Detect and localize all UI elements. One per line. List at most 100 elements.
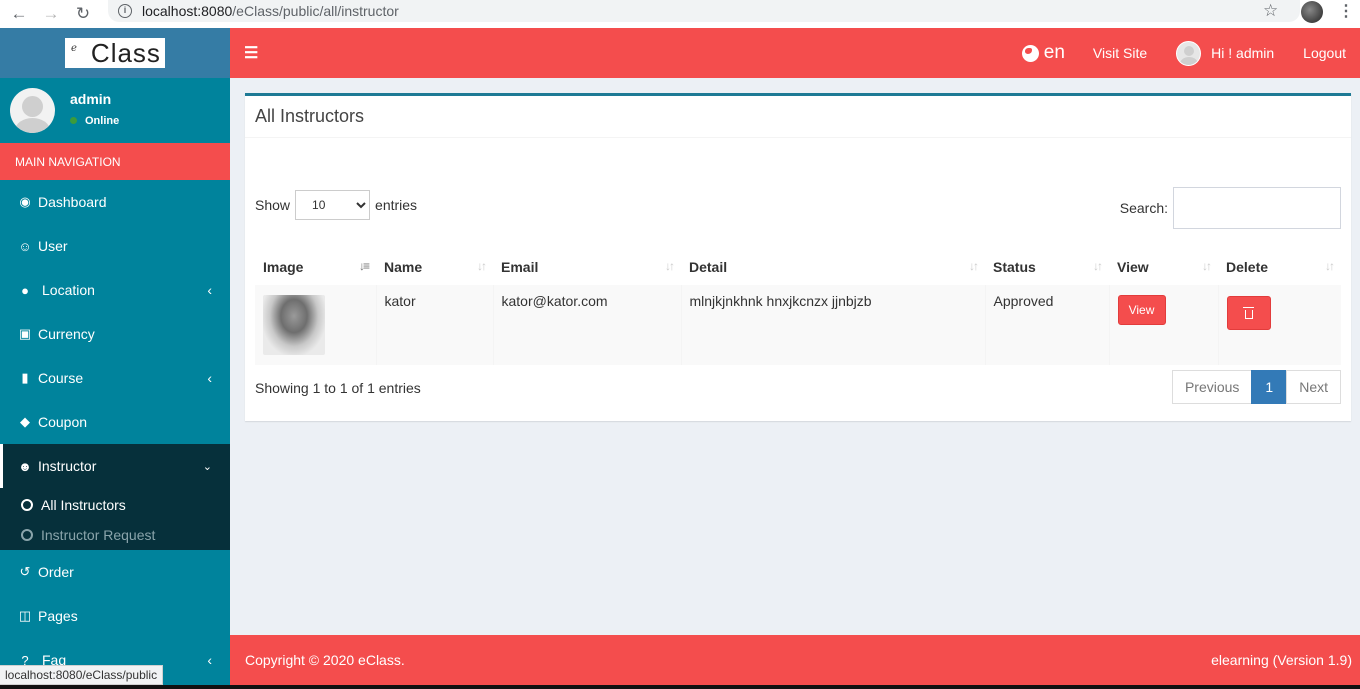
- avatar: [10, 88, 55, 133]
- sort-asc-icon: ↓≡: [358, 259, 370, 273]
- sort-icon: ↓↑: [1325, 259, 1335, 273]
- column-label: Name: [384, 259, 423, 275]
- logo-text: Class: [90, 37, 161, 68]
- main-navigation-header: MAIN NAVIGATION: [0, 143, 230, 180]
- sidebar-item-coupon[interactable]: ◆ Coupon: [0, 400, 230, 444]
- visit-site-link[interactable]: Visit Site: [1079, 45, 1161, 61]
- sidebar-item-course[interactable]: ▮ Course ‹: [0, 356, 230, 400]
- sidebar-item-label: User: [38, 238, 68, 254]
- sidebar-item-order[interactable]: ↺ Order: [0, 550, 230, 594]
- logo-area[interactable]: e Class: [0, 28, 230, 78]
- online-dot-icon: [70, 117, 77, 124]
- column-header-email[interactable]: Email ↓↑: [493, 249, 681, 285]
- circle-icon: [21, 529, 33, 541]
- submenu-item-all-instructors[interactable]: All Instructors: [0, 490, 230, 520]
- sidebar-item-label: Pages: [38, 608, 78, 624]
- chevron-down-icon: ⌄: [202, 460, 212, 473]
- footer-copyright: Copyright © 2020 eClass.: [245, 652, 405, 668]
- table-info: Showing 1 to 1 of 1 entries: [255, 380, 421, 396]
- globe-icon: [1021, 44, 1039, 62]
- book-icon: ▮: [21, 370, 29, 385]
- column-label: View: [1117, 259, 1149, 275]
- circle-icon: [21, 499, 33, 511]
- column-header-image[interactable]: Image ↓≡: [255, 249, 376, 285]
- sidebar-toggle-icon[interactable]: ☰: [244, 43, 258, 63]
- os-taskbar: [0, 685, 1360, 689]
- table-header-row: Image ↓≡ Name ↓↑ Email ↓↑ Detail ↓↑ Status ↓↑…: [255, 249, 1341, 285]
- bookmark-star-icon[interactable]: ☆: [1263, 1, 1278, 21]
- language-code: en: [1043, 42, 1065, 63]
- column-label: Status: [993, 259, 1036, 275]
- instructors-box: All Instructors Show 10 entries Search: …: [245, 93, 1351, 421]
- logout-link[interactable]: Logout: [1289, 45, 1360, 61]
- globe-icon: ●: [21, 282, 29, 298]
- chevron-left-icon: ‹: [207, 282, 212, 298]
- sidebar-item-currency[interactable]: ▣ Currency: [0, 312, 230, 356]
- top-navbar: ☰ en Visit Site Hi ! admin Logout: [230, 28, 1360, 78]
- logo[interactable]: e Class: [65, 38, 165, 68]
- column-header-status[interactable]: Status ↓↑: [985, 249, 1109, 285]
- view-button[interactable]: View: [1117, 295, 1166, 325]
- sidebar-item-location[interactable]: ● Location ‹: [0, 268, 230, 312]
- column-header-delete[interactable]: Delete ↓↑: [1218, 249, 1341, 285]
- search-filter: Search:: [1120, 187, 1341, 229]
- sidebar-item-instructor[interactable]: ☻ Instructor ⌄: [0, 444, 230, 488]
- sidebar-item-label: Course: [38, 370, 84, 386]
- instructor-photo: [263, 295, 325, 355]
- browser-toolbar: ← → ↻ i localhost:8080/eClass/public/all…: [0, 0, 1360, 28]
- column-label: Image: [263, 259, 304, 275]
- instructors-table: Image ↓≡ Name ↓↑ Email ↓↑ Detail ↓↑ Status ↓↑…: [255, 249, 1341, 365]
- sidebar-item-label: Order: [38, 564, 74, 580]
- reload-icon[interactable]: ↻: [70, 4, 96, 24]
- sidebar: admin Online MAIN NAVIGATION ◉ Dashboard…: [0, 78, 230, 689]
- online-status: Online: [70, 115, 119, 127]
- pagination-previous[interactable]: Previous: [1171, 370, 1253, 404]
- sidebar-item-label: Coupon: [38, 414, 88, 430]
- sidebar-item-pages[interactable]: ◫ Pages: [0, 594, 230, 638]
- sort-icon: ↓↑: [665, 259, 675, 273]
- delete-button[interactable]: [1226, 296, 1271, 330]
- footer-version: elearning (Version 1.9): [1211, 652, 1352, 668]
- browser-profile-avatar[interactable]: [1301, 1, 1323, 23]
- info-icon[interactable]: i: [118, 4, 132, 18]
- entries-select[interactable]: 10: [295, 190, 371, 220]
- logo-small-e: e: [71, 42, 77, 54]
- sidebar-item-label: Location: [42, 282, 95, 298]
- submenu-item-label: All Instructors: [41, 497, 126, 513]
- cell-view: View: [1109, 285, 1219, 365]
- back-icon[interactable]: ←: [6, 4, 32, 24]
- column-header-detail[interactable]: Detail ↓↑: [681, 249, 985, 285]
- history-icon: ↺: [19, 564, 31, 579]
- column-header-view[interactable]: View ↓↑: [1109, 249, 1218, 285]
- pagination-page[interactable]: 1: [1251, 370, 1288, 404]
- column-label: Delete: [1226, 259, 1269, 275]
- sort-icon: ↓↑: [969, 259, 979, 273]
- submenu-item-instructor-request[interactable]: Instructor Request: [0, 520, 230, 550]
- pagination-next[interactable]: Next: [1286, 370, 1341, 404]
- column-header-name[interactable]: Name ↓↑: [376, 249, 493, 285]
- cell-status: Approved: [985, 285, 1110, 365]
- entries-length: Show 10 entries: [255, 190, 417, 220]
- column-label: Email: [501, 259, 539, 275]
- sidebar-item-dashboard[interactable]: ◉ Dashboard: [0, 180, 230, 224]
- sidebar-item-user[interactable]: ☺ User: [0, 224, 230, 268]
- chevron-left-icon: ‹: [207, 652, 212, 668]
- user-icon: ☺: [18, 238, 32, 254]
- search-input[interactable]: [1173, 187, 1341, 229]
- forward-icon[interactable]: →: [38, 4, 64, 24]
- column-label: Detail: [689, 259, 728, 275]
- sidebar-item-label: Currency: [38, 326, 95, 342]
- box-header: All Instructors: [245, 96, 1351, 138]
- user-menu[interactable]: Hi ! admin: [1161, 40, 1289, 66]
- instructor-submenu: All Instructors Instructor Request: [0, 488, 230, 550]
- datatable-controls: Show 10 entries Search:: [255, 187, 1341, 231]
- columns-icon: ◫: [18, 608, 32, 623]
- cell-name: kator: [376, 285, 494, 365]
- browser-status-url: localhost:8080/eClass/public: [0, 665, 164, 685]
- user-panel: admin Online: [0, 78, 230, 143]
- language-switcher[interactable]: en: [1008, 42, 1079, 64]
- address-bar[interactable]: i localhost:8080/eClass/public/all/instr…: [108, 0, 1300, 22]
- browser-menu-icon[interactable]: ⋮: [1338, 1, 1354, 21]
- url-host: localhost:8080: [142, 3, 233, 19]
- dashboard-icon: ◉: [19, 194, 31, 209]
